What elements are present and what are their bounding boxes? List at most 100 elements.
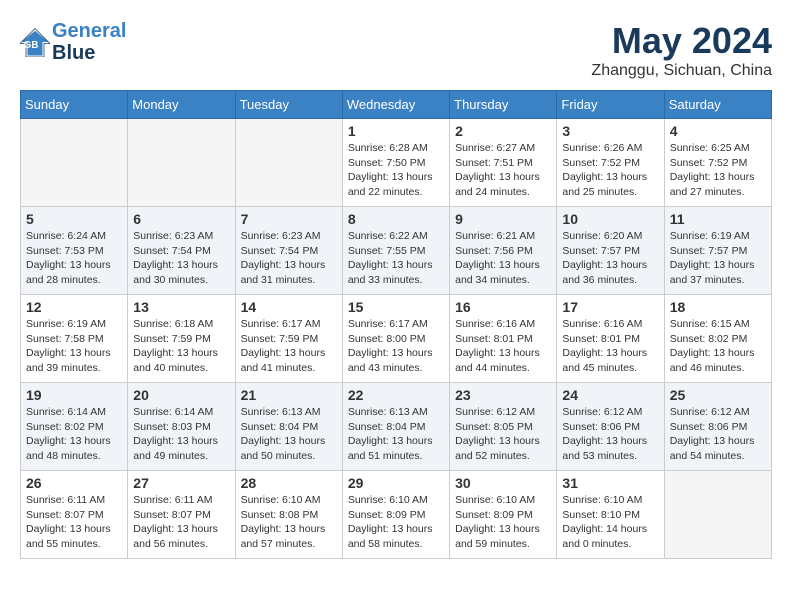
calendar-cell: 16Sunrise: 6:16 AMSunset: 8:01 PMDayligh… [450,295,557,383]
weekday-header-saturday: Saturday [664,91,771,119]
calendar-cell: 10Sunrise: 6:20 AMSunset: 7:57 PMDayligh… [557,207,664,295]
day-info: Sunrise: 6:18 AMSunset: 7:59 PMDaylight:… [133,317,229,376]
title-area: May 2024 Zhanggu, Sichuan, China [591,20,772,80]
day-number: 29 [348,475,444,491]
day-number: 23 [455,387,551,403]
calendar-cell: 14Sunrise: 6:17 AMSunset: 7:59 PMDayligh… [235,295,342,383]
calendar-cell [664,471,771,559]
day-info: Sunrise: 6:26 AMSunset: 7:52 PMDaylight:… [562,141,658,200]
weekday-header-monday: Monday [128,91,235,119]
calendar-cell: 23 Sunrise: 6:12 AMSunset: 8:05 PMDayligh… [450,383,557,471]
calendar-cell: 17 Sunrise: 6:16 AMSunset: 8:01 PMDayligh… [557,295,664,383]
location: Zhanggu, Sichuan, China [591,62,772,80]
day-number: 30 [455,475,551,491]
day-info: Sunrise: 6:15 AMSunset: 8:02 PMDaylight:… [670,317,766,376]
calendar-cell: 3 Sunrise: 6:26 AMSunset: 7:52 PMDaylight… [557,119,664,207]
calendar-cell: 30 Sunrise: 6:10 AMSunset: 8:09 PMDayligh… [450,471,557,559]
weekday-header-sunday: Sunday [21,91,128,119]
day-number: 4 [670,123,766,139]
calendar-cell: 5 Sunrise: 6:24 AMSunset: 7:53 PMDaylight… [21,207,128,295]
day-info: Sunrise: 6:19 AMSunset: 7:57 PMDaylight:… [670,229,766,288]
day-number: 3 [562,123,658,139]
day-info: Sunrise: 6:10 AMSunset: 8:10 PMDaylight:… [562,493,658,552]
day-info: Sunrise: 6:28 AMSunset: 7:50 PMDaylight:… [348,141,444,200]
day-number: 20 [133,387,229,403]
logo-subtext: Blue [52,42,126,64]
calendar-week-row: 5 Sunrise: 6:24 AMSunset: 7:53 PMDaylight… [21,207,772,295]
logo-icon: GB [20,27,50,57]
day-info: Sunrise: 6:24 AMSunset: 7:53 PMDaylight:… [26,229,122,288]
calendar-cell: 11 Sunrise: 6:19 AMSunset: 7:57 PMDayligh… [664,207,771,295]
calendar-week-row: 26 Sunrise: 6:11 AMSunset: 8:07 PMDayligh… [21,471,772,559]
day-number: 25 [670,387,766,403]
day-number: 13 [133,299,229,315]
calendar-body: 1Sunrise: 6:28 AMSunset: 7:50 PMDaylight… [21,119,772,559]
calendar: SundayMondayTuesdayWednesdayThursdayFrid… [20,90,772,559]
calendar-cell: 13 Sunrise: 6:18 AMSunset: 7:59 PMDayligh… [128,295,235,383]
day-number: 8 [348,211,444,227]
calendar-cell: 1Sunrise: 6:28 AMSunset: 7:50 PMDaylight… [342,119,449,207]
calendar-cell: 31 Sunrise: 6:10 AMSunset: 8:10 PMDayligh… [557,471,664,559]
calendar-header-row: SundayMondayTuesdayWednesdayThursdayFrid… [21,91,772,119]
day-number: 6 [133,211,229,227]
day-info: Sunrise: 6:23 AMSunset: 7:54 PMDaylight:… [133,229,229,288]
calendar-cell: 26Sunrise: 6:11 AMSunset: 8:07 PMDayligh… [21,471,128,559]
calendar-cell [21,119,128,207]
calendar-cell: 22 Sunrise: 6:13 AMSunset: 8:04 PMDayligh… [342,383,449,471]
day-info: Sunrise: 6:11 AMSunset: 8:07 PMDaylight:… [133,493,229,552]
day-number: 12 [26,299,122,315]
calendar-cell: 19Sunrise: 6:14 AMSunset: 8:02 PMDayligh… [21,383,128,471]
calendar-cell: 8 Sunrise: 6:22 AMSunset: 7:55 PMDaylight… [342,207,449,295]
calendar-week-row: 19Sunrise: 6:14 AMSunset: 8:02 PMDayligh… [21,383,772,471]
page-header: GB General Blue May 2024 Zhanggu, Sichua… [20,20,772,80]
calendar-cell: 6 Sunrise: 6:23 AMSunset: 7:54 PMDaylight… [128,207,235,295]
day-number: 14 [241,299,337,315]
day-info: Sunrise: 6:21 AMSunset: 7:56 PMDaylight:… [455,229,551,288]
day-info: Sunrise: 6:10 AMSunset: 8:08 PMDaylight:… [241,493,337,552]
day-info: Sunrise: 6:12 AMSunset: 8:06 PMDaylight:… [670,405,766,464]
day-number: 26 [26,475,122,491]
day-number: 28 [241,475,337,491]
day-info: Sunrise: 6:17 AMSunset: 8:00 PMDaylight:… [348,317,444,376]
weekday-header-friday: Friday [557,91,664,119]
day-info: Sunrise: 6:25 AMSunset: 7:52 PMDaylight:… [670,141,766,200]
day-number: 9 [455,211,551,227]
day-info: Sunrise: 6:20 AMSunset: 7:57 PMDaylight:… [562,229,658,288]
calendar-cell: 2Sunrise: 6:27 AMSunset: 7:51 PMDaylight… [450,119,557,207]
day-info: Sunrise: 6:19 AMSunset: 7:58 PMDaylight:… [26,317,122,376]
weekday-header-tuesday: Tuesday [235,91,342,119]
day-number: 19 [26,387,122,403]
calendar-cell: 21Sunrise: 6:13 AMSunset: 8:04 PMDayligh… [235,383,342,471]
day-number: 21 [241,387,337,403]
calendar-cell [128,119,235,207]
day-number: 17 [562,299,658,315]
calendar-cell: 12 Sunrise: 6:19 AMSunset: 7:58 PMDayligh… [21,295,128,383]
calendar-cell: 27 Sunrise: 6:11 AMSunset: 8:07 PMDayligh… [128,471,235,559]
day-info: Sunrise: 6:22 AMSunset: 7:55 PMDaylight:… [348,229,444,288]
day-number: 11 [670,211,766,227]
calendar-cell: 9 Sunrise: 6:21 AMSunset: 7:56 PMDaylight… [450,207,557,295]
day-number: 22 [348,387,444,403]
day-info: Sunrise: 6:10 AMSunset: 8:09 PMDaylight:… [455,493,551,552]
weekday-header-thursday: Thursday [450,91,557,119]
weekday-header-wednesday: Wednesday [342,91,449,119]
day-number: 7 [241,211,337,227]
calendar-cell: 18Sunrise: 6:15 AMSunset: 8:02 PMDayligh… [664,295,771,383]
day-info: Sunrise: 6:16 AMSunset: 8:01 PMDaylight:… [562,317,658,376]
calendar-cell: 20Sunrise: 6:14 AMSunset: 8:03 PMDayligh… [128,383,235,471]
calendar-cell: 24Sunrise: 6:12 AMSunset: 8:06 PMDayligh… [557,383,664,471]
day-info: Sunrise: 6:12 AMSunset: 8:05 PMDaylight:… [455,405,551,464]
day-number: 31 [562,475,658,491]
calendar-week-row: 1Sunrise: 6:28 AMSunset: 7:50 PMDaylight… [21,119,772,207]
day-info: Sunrise: 6:23 AMSunset: 7:54 PMDaylight:… [241,229,337,288]
logo: GB General Blue [20,20,126,64]
day-info: Sunrise: 6:13 AMSunset: 8:04 PMDaylight:… [348,405,444,464]
day-info: Sunrise: 6:10 AMSunset: 8:09 PMDaylight:… [348,493,444,552]
calendar-cell: 29 Sunrise: 6:10 AMSunset: 8:09 PMDayligh… [342,471,449,559]
day-number: 15 [348,299,444,315]
day-number: 2 [455,123,551,139]
day-number: 27 [133,475,229,491]
day-number: 5 [26,211,122,227]
day-info: Sunrise: 6:12 AMSunset: 8:06 PMDaylight:… [562,405,658,464]
calendar-cell: 7 Sunrise: 6:23 AMSunset: 7:54 PMDaylight… [235,207,342,295]
